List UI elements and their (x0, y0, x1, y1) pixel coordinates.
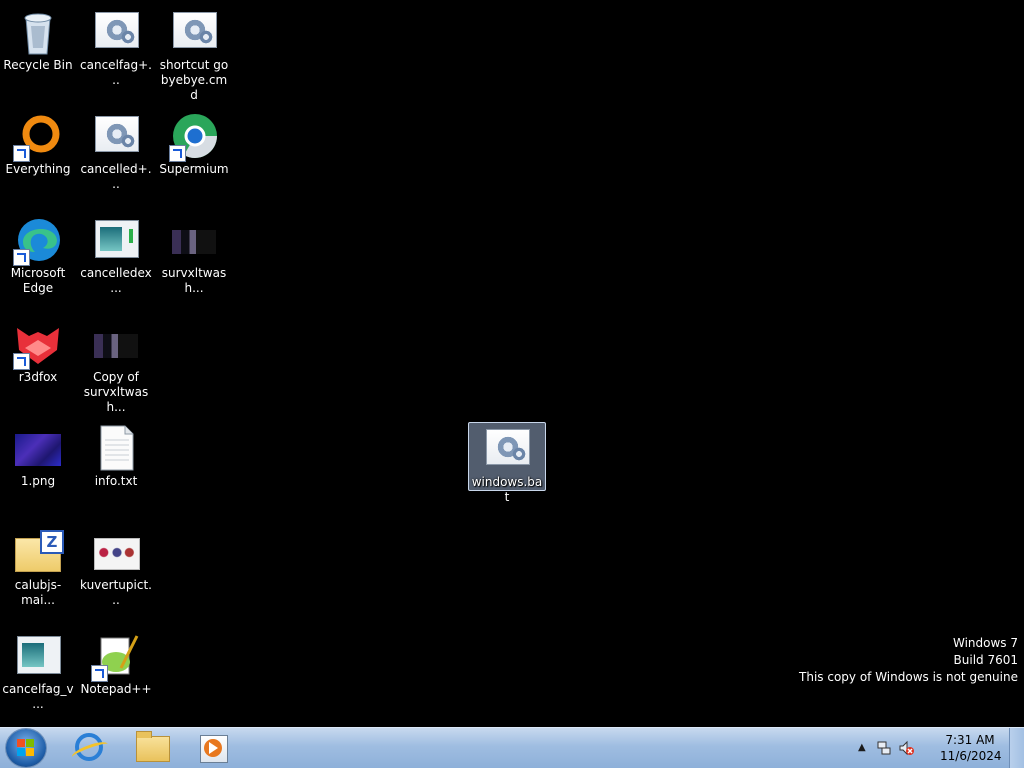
image-thumbnail-icon (169, 216, 219, 264)
r3dfox-shortcut[interactable]: r3dfox (0, 314, 76, 385)
volume-muted-icon[interactable] (898, 740, 914, 759)
cancelledex-label: cancelledex... (80, 266, 152, 295)
edge-icon (13, 216, 63, 266)
play-icon (209, 742, 218, 754)
image-thumbnail-icon (91, 528, 141, 576)
cancelled-label: cancelled+... (80, 162, 152, 191)
calubjs-label: calubjs-mai... (14, 578, 62, 607)
taskbar-windows-explorer[interactable] (124, 730, 178, 766)
png-file-1[interactable]: 1.png (0, 418, 76, 489)
cancelfag-v-file[interactable]: cancelfag_v... (0, 626, 76, 712)
cancelfag-label: cancelfag+... (80, 58, 152, 87)
watermark-os: Windows 7 (952, 636, 1018, 650)
network-icon[interactable] (876, 740, 892, 759)
recycle-bin-label: Recycle Bin (3, 58, 73, 72)
shortcut-arrow-icon (13, 353, 30, 370)
application-window-icon (91, 216, 141, 264)
windows-watermark: Windows 7 Build 7601 This copy of Window… (799, 635, 1018, 686)
png-file-label: 1.png (20, 474, 56, 488)
shortcut-go-byebye-label: shortcut go byebye.cmd (159, 58, 229, 102)
windows-bat-label: windows.bat (471, 475, 543, 504)
text-file-icon (91, 424, 141, 472)
everything-shortcut[interactable]: Everything (0, 106, 76, 177)
r3dfox-label: r3dfox (18, 370, 58, 384)
notepadpp-shortcut[interactable]: Notepad++ (78, 626, 154, 697)
batch-file-icon (169, 8, 219, 56)
supermium-label: Supermium (159, 162, 229, 176)
microsoft-edge-shortcut[interactable]: Microsoft Edge (0, 210, 76, 296)
shortcut-arrow-icon (91, 665, 108, 682)
recycle-bin-icon (13, 8, 63, 56)
image-thumbnail-icon (91, 320, 141, 368)
image-thumbnail-icon (13, 424, 63, 472)
windows-logo-icon (17, 739, 35, 757)
application-window-icon (13, 632, 63, 680)
kuvertupict-file[interactable]: kuvertupict... (78, 522, 154, 608)
clock-time: 7:31 AM (945, 733, 995, 747)
system-tray: ▲ 7:31 AM 11/6/2024 (854, 728, 1024, 768)
show-desktop-button[interactable] (1009, 728, 1024, 768)
watermark-genuine-notice: This copy of Windows is not genuine (799, 670, 1018, 684)
desktop: Recycle Bin Everything Microsoft Edge r3… (0, 0, 1024, 728)
copy-survxltwash-label: Copy of survxltwash... (83, 370, 149, 414)
cancelfag-v-label: cancelfag_v... (2, 682, 74, 711)
recycle-bin-shortcut[interactable]: Recycle Bin (0, 2, 76, 80)
shortcut-go-byebye-file[interactable]: shortcut go byebye.cmd (156, 2, 232, 103)
batch-file-icon (91, 8, 141, 56)
info-txt-file[interactable]: info.txt (78, 418, 154, 489)
taskbar-media-player[interactable] (186, 730, 240, 766)
taskbar-clock[interactable]: 7:31 AM 11/6/2024 (940, 732, 1002, 764)
taskbar-internet-explorer[interactable] (62, 730, 116, 766)
r3dfox-icon (13, 320, 63, 370)
notepadpp-label: Notepad++ (80, 682, 152, 696)
internet-explorer-icon (75, 733, 103, 761)
info-txt-label: info.txt (94, 474, 138, 488)
supermium-shortcut[interactable]: Supermium (156, 106, 232, 177)
windows-explorer-icon (136, 731, 170, 762)
survxltwash-file[interactable]: survxltwash... (156, 210, 232, 296)
batch-file-icon (91, 112, 141, 160)
shortcut-arrow-icon (13, 249, 30, 266)
calubjs-folder[interactable]: Z calubjs-mai... (0, 522, 76, 608)
everything-label: Everything (5, 162, 71, 176)
kuvertupict-label: kuvertupict... (80, 578, 152, 607)
survxltwash-label: survxltwash... (161, 266, 227, 295)
shortcut-arrow-icon (13, 145, 30, 162)
supermium-icon (169, 112, 219, 162)
cancelfag-batch-file[interactable]: cancelfag+... (78, 2, 154, 88)
cancelled-batch-file[interactable]: cancelled+... (78, 106, 154, 192)
clock-date: 11/6/2024 (940, 749, 1002, 763)
windows-bat-file[interactable]: windows.bat (468, 422, 546, 504)
notepadpp-icon (91, 632, 141, 682)
show-hidden-icons-arrow[interactable]: ▲ (858, 742, 866, 753)
shortcut-arrow-icon (169, 145, 186, 162)
zip-folder-icon: Z (13, 528, 64, 576)
microsoft-edge-label: Microsoft Edge (10, 266, 66, 295)
cancelledex-file[interactable]: cancelledex... (78, 210, 154, 296)
batch-file-icon (482, 425, 532, 473)
taskbar: ▲ 7:31 AM 11/6/2024 (0, 727, 1024, 768)
copy-survxltwash-file[interactable]: Copy of survxltwash... (78, 314, 154, 415)
start-button[interactable] (6, 729, 46, 767)
watermark-build: Build 7601 (953, 653, 1018, 667)
everything-icon (13, 112, 63, 162)
